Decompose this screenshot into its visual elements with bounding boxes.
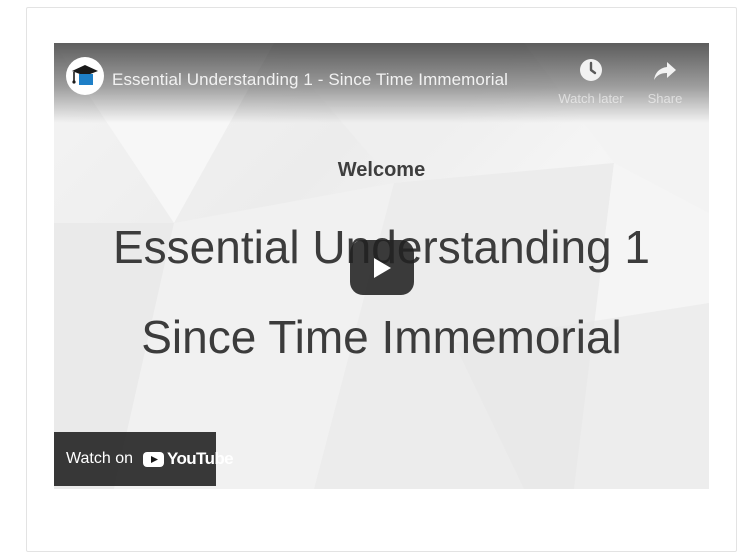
slide-title-line-2: Since Time Immemorial — [141, 311, 622, 363]
graduation-cap-icon — [72, 65, 98, 85]
play-icon — [374, 257, 391, 278]
youtube-logo: YouTube — [143, 449, 234, 469]
channel-avatar[interactable] — [66, 57, 104, 95]
clock-icon — [580, 59, 602, 81]
youtube-wordmark: YouTube — [167, 449, 234, 468]
watch-later-label: Watch later — [558, 91, 624, 106]
watch-later-button[interactable]: Watch later — [551, 57, 631, 106]
slide-welcome-text: Welcome — [337, 159, 426, 181]
youtube-play-logo-icon — [143, 451, 164, 467]
watch-on-label: Watch on — [66, 450, 133, 467]
youtube-player[interactable]: Essential Understanding 1 - Since Time I… — [54, 43, 709, 489]
share-label: Share — [647, 91, 683, 106]
share-arrow-icon — [654, 62, 676, 80]
share-button[interactable]: Share — [625, 57, 705, 106]
watch-on-youtube-button[interactable]: Watch on YouTube — [54, 432, 234, 486]
play-button[interactable] — [350, 240, 414, 295]
video-title[interactable]: Essential Understanding 1 - Since Time I… — [112, 70, 508, 90]
